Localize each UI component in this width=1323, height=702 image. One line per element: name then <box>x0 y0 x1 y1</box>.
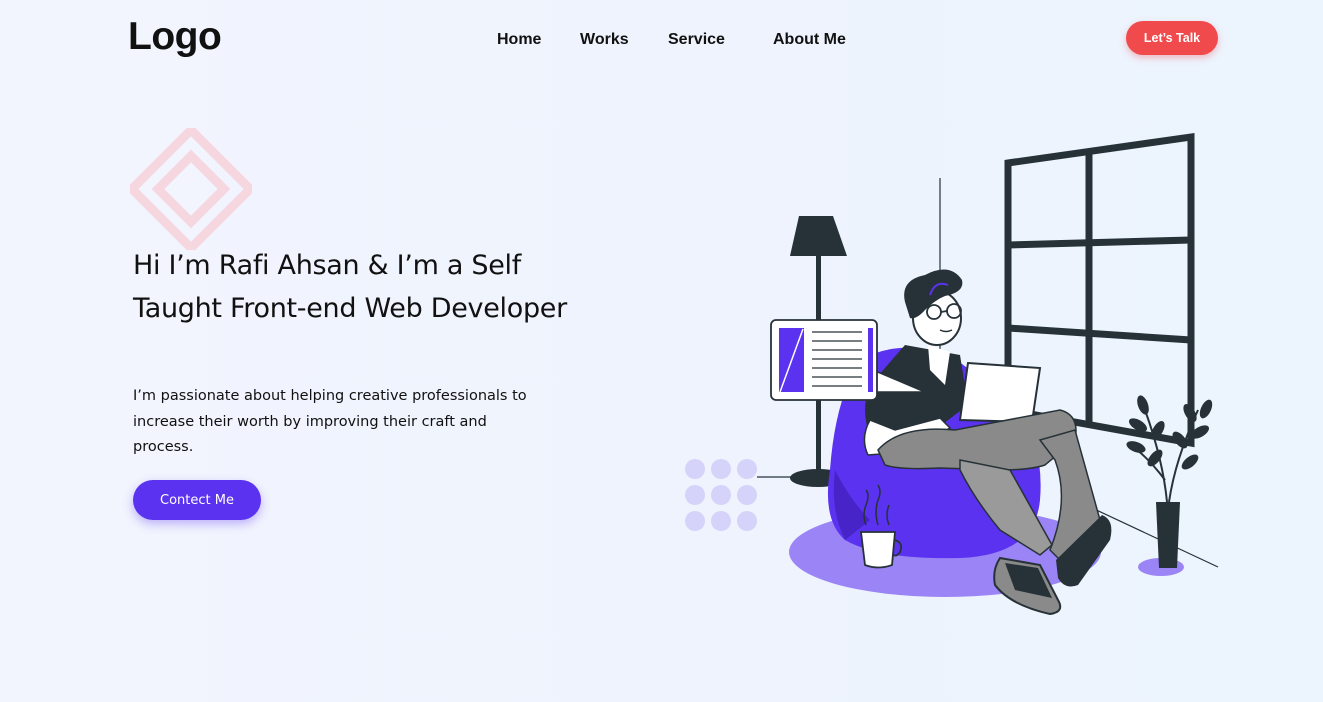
diamond-decoration-icon <box>130 128 252 250</box>
nav-about-me[interactable]: About Me <box>773 31 846 49</box>
nav-works[interactable]: Works <box>580 31 629 49</box>
nav-service[interactable]: Service <box>668 31 725 49</box>
contact-me-button[interactable]: Contect Me <box>133 480 261 520</box>
lets-talk-button[interactable]: Let’s Talk <box>1126 21 1218 55</box>
hero-description: I’m passionate about helping creative pr… <box>133 388 527 455</box>
main-nav: Home Works Service About Me <box>0 31 1323 51</box>
nav-home[interactable]: Home <box>497 31 541 49</box>
hero-title: Hi I’m Rafi Ahsan & I’m a Self Taught Fr… <box>133 250 567 324</box>
developer-illustration <box>685 132 1219 616</box>
